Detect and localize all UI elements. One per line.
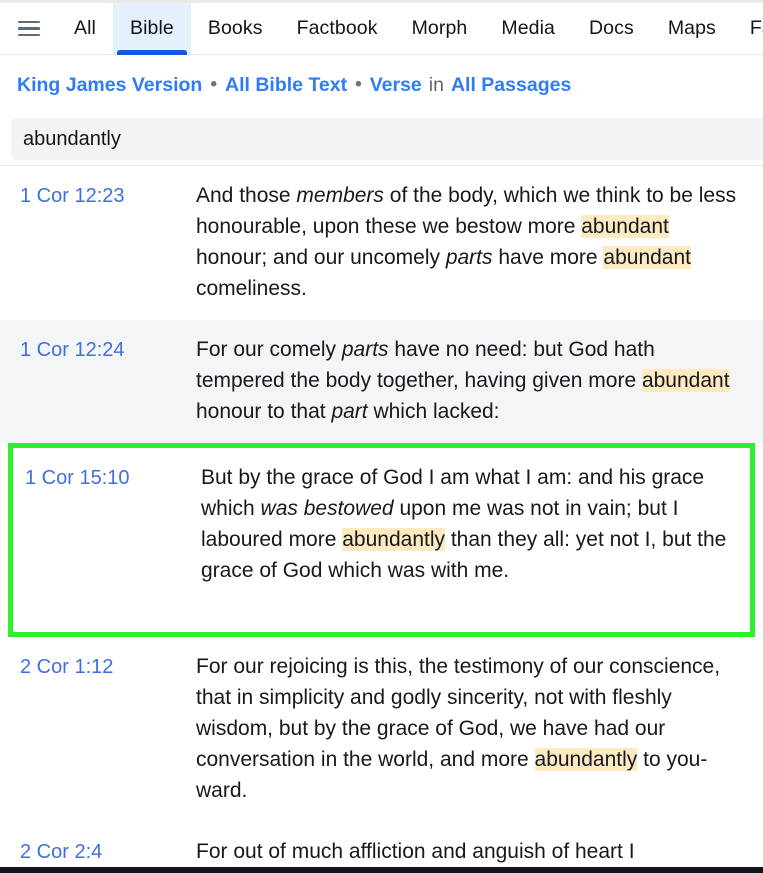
- breadcrumb-separator-1: •: [210, 74, 217, 95]
- breadcrumb-version-link[interactable]: King James Version: [17, 74, 202, 97]
- verse-row[interactable]: 1 Cor 12:24 For our comely parts have no …: [0, 320, 763, 443]
- verse-row[interactable]: 1 Cor 12:23 And those members of the body…: [0, 166, 763, 320]
- breadcrumb-separator-2: •: [355, 74, 362, 95]
- verse-text-segment: have more: [492, 246, 604, 269]
- verse-reference-link[interactable]: 1 Cor 15:10: [13, 462, 201, 494]
- verse-row[interactable]: 2 Cor 1:12 For our rejoicing is this, the…: [0, 637, 763, 822]
- verse-row-selected[interactable]: 1 Cor 15:10 But by the grace of God I am …: [8, 443, 755, 637]
- verse-text: For out of much affliction and anguish o…: [196, 836, 753, 867]
- verse-italic-word: parts: [341, 338, 389, 361]
- tab-media[interactable]: Media: [484, 3, 572, 54]
- tab-bible[interactable]: Bible: [112, 3, 191, 55]
- verse-reference-link[interactable]: 2 Cor 1:12: [0, 651, 196, 683]
- hamburger-menu-icon[interactable]: [0, 3, 57, 54]
- hamburger-line-1: [17, 20, 40, 24]
- verse-text-segment: For our comely: [196, 338, 342, 361]
- tab-morph[interactable]: Morph: [395, 3, 485, 54]
- bible-search-app: All Bible Books Factbook Morph Media Docs Maps F…: [0, 0, 763, 873]
- verse-text-segment: For out of much affliction and anguish o…: [196, 840, 635, 863]
- tab-all[interactable]: All: [57, 3, 113, 54]
- verse-italic-word: members: [296, 184, 384, 207]
- search-term-highlight: abundant: [581, 215, 669, 238]
- verse-text-segment: comeliness.: [196, 277, 307, 300]
- search-results-list[interactable]: 1 Cor 12:23 And those members of the body…: [0, 166, 763, 869]
- search-bar: [11, 118, 763, 160]
- verse-row[interactable]: 2 Cor 2:4 For out of much affliction and …: [0, 822, 763, 869]
- verse-italic-word: parts: [445, 246, 493, 269]
- verse-text-segment: And those: [196, 184, 297, 207]
- verse-text: For our rejoicing is this, the testimony…: [196, 651, 753, 806]
- tab-factb[interactable]: Factb: [733, 3, 763, 54]
- breadcrumb: King James Version • All Bible Text • Ve…: [0, 56, 763, 114]
- breadcrumb-preposition: in: [428, 73, 444, 96]
- breadcrumb-passages-link[interactable]: All Passages: [451, 74, 571, 97]
- verse-text-segment: which lacked:: [367, 400, 500, 423]
- breadcrumb-scope-link[interactable]: All Bible Text: [225, 74, 347, 97]
- search-input[interactable]: [11, 118, 763, 160]
- main-tab-bar: All Bible Books Factbook Morph Media Docs Maps F…: [0, 3, 763, 55]
- verse-text: For our comely parts have no need: but G…: [196, 334, 753, 427]
- verse-reference-link[interactable]: 2 Cor 2:4: [0, 836, 196, 868]
- verse-italic-word: part: [331, 400, 368, 423]
- hamburger-line-3: [17, 33, 40, 37]
- tab-factbook[interactable]: Factbook: [280, 3, 395, 54]
- tab-books[interactable]: Books: [191, 3, 280, 54]
- search-term-highlight: abundantly: [342, 528, 446, 551]
- search-term-highlight: abundant: [603, 246, 691, 269]
- verse-reference-link[interactable]: 1 Cor 12:23: [0, 180, 196, 212]
- tab-list: All Bible Books Factbook Morph Media Docs Maps F…: [57, 3, 763, 55]
- verse-text: And those members of the body, which we …: [196, 180, 753, 304]
- search-term-highlight: abundant: [641, 369, 730, 392]
- tab-docs[interactable]: Docs: [572, 3, 651, 54]
- bottom-edge-bar: [0, 867, 763, 873]
- verse-text-segment: honour to that: [196, 400, 332, 423]
- tab-maps[interactable]: Maps: [651, 3, 733, 54]
- verse-reference-link[interactable]: 1 Cor 12:24: [0, 334, 196, 366]
- verse-text-segment: honour; and our uncomely: [196, 246, 446, 269]
- verse-italic-word: was bestowed: [260, 497, 394, 520]
- verse-text: But by the grace of God I am what I am: …: [201, 462, 744, 586]
- hamburger-line-2: [17, 27, 40, 30]
- search-term-highlight: abundantly: [534, 748, 638, 771]
- breadcrumb-granularity-link[interactable]: Verse: [370, 74, 422, 97]
